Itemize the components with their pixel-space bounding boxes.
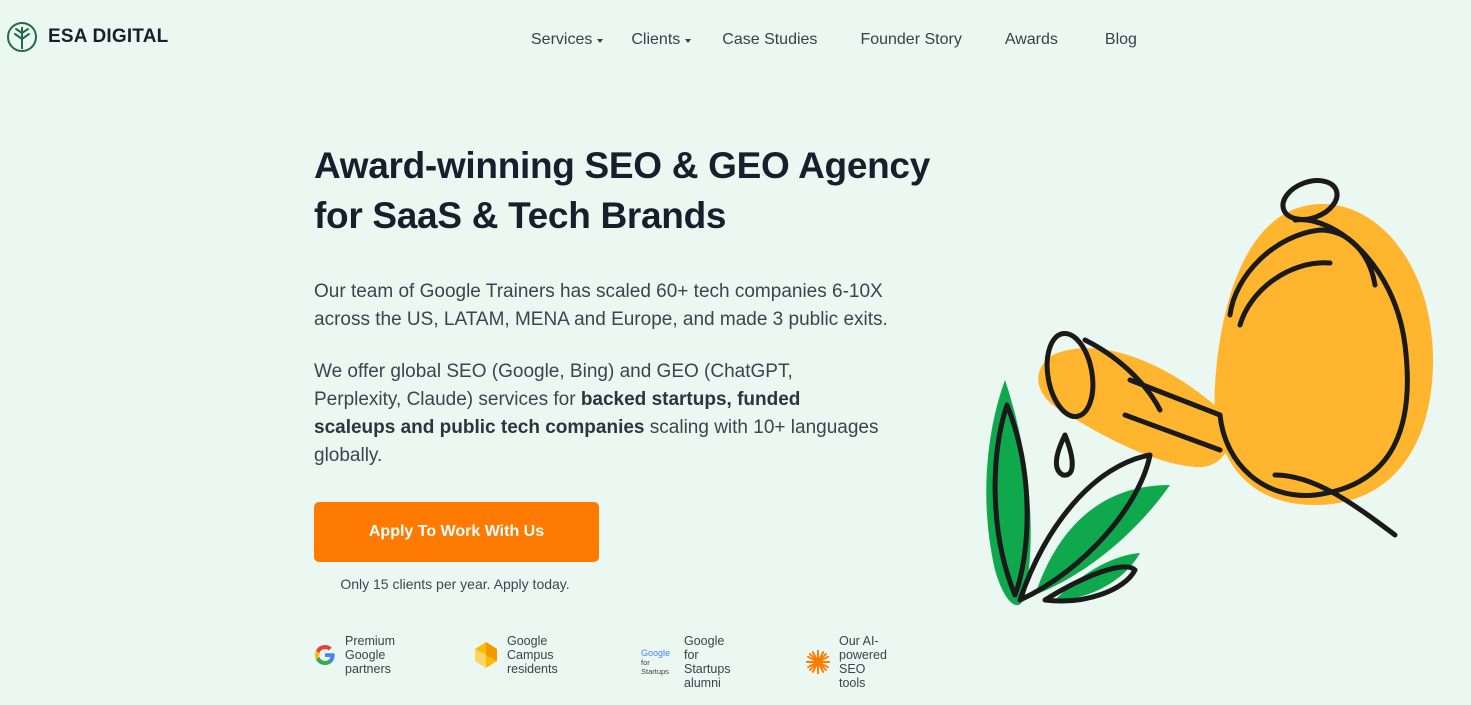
headline-line-1: Award-winning SEO & GEO Agency [314, 145, 930, 186]
nav-item-clients[interactable]: Clients [631, 31, 692, 49]
hero-paragraph-1: Our team of Google Trainers has scaled 6… [314, 281, 888, 330]
nav-item-blog[interactable]: Blog [1105, 31, 1137, 49]
main-nav: Services Clients Case Studies Founder St… [531, 31, 1137, 49]
apply-button[interactable]: Apply To Work With Us [314, 502, 599, 562]
nav-label: Clients [631, 31, 681, 48]
leaf-logo-icon [7, 22, 37, 52]
badge-google-campus: Google Campus residents [473, 634, 558, 676]
cta-note: Only 15 clients per year. Apply today. [340, 576, 570, 592]
badge-text: Our AI-powered SEO tools [839, 634, 887, 690]
watering-can-illustration [986, 178, 1434, 606]
icon-text-for: for [641, 658, 650, 667]
nav-label: Awards [1004, 31, 1058, 48]
caret-down-icon [597, 38, 604, 43]
ai-sunburst-icon [805, 647, 831, 677]
badge-google-startups: Google for Startups Google for Startups … [640, 634, 731, 690]
nav-item-services[interactable]: Services [531, 31, 604, 49]
brand-logo[interactable]: ESA DIGITAL [6, 21, 168, 53]
nav-label: Services [531, 31, 593, 48]
hero-paragraph-2: We offer global SEO (Google, Bing) and G… [314, 358, 884, 470]
badge-ai-tools: Our AI-powered SEO tools [805, 634, 887, 690]
nav-item-awards[interactable]: Awards [1005, 31, 1058, 49]
nav-label: Blog [1104, 31, 1137, 48]
page-title: Award-winning SEO & GEO Agency for SaaS … [314, 141, 994, 241]
icon-text-google: Google [641, 648, 670, 658]
nav-label: Case Studies [722, 31, 818, 48]
badge-text: Google Campus residents [507, 634, 558, 676]
badge-text: Google for Startups alumni [684, 634, 731, 690]
headline-line-2: for SaaS & Tech Brands [314, 195, 727, 236]
nav-item-case-studies[interactable]: Case Studies [722, 31, 817, 49]
brand-name: ESA DIGITAL [48, 26, 169, 47]
nav-label: Founder Story [860, 31, 962, 48]
badge-google-partners: Premium Google partners [313, 634, 397, 676]
icon-text-startups: Startups [641, 667, 669, 676]
badge-text: Premium Google partners [345, 634, 396, 676]
hero-section: Award-winning SEO & GEO Agency for SaaS … [314, 141, 994, 470]
google-for-startups-icon: Google for Startups [640, 647, 676, 677]
google-g-icon [313, 640, 337, 670]
google-campus-icon [473, 640, 499, 670]
caret-down-icon [685, 38, 692, 43]
nav-item-founder-story[interactable]: Founder Story [860, 31, 961, 49]
